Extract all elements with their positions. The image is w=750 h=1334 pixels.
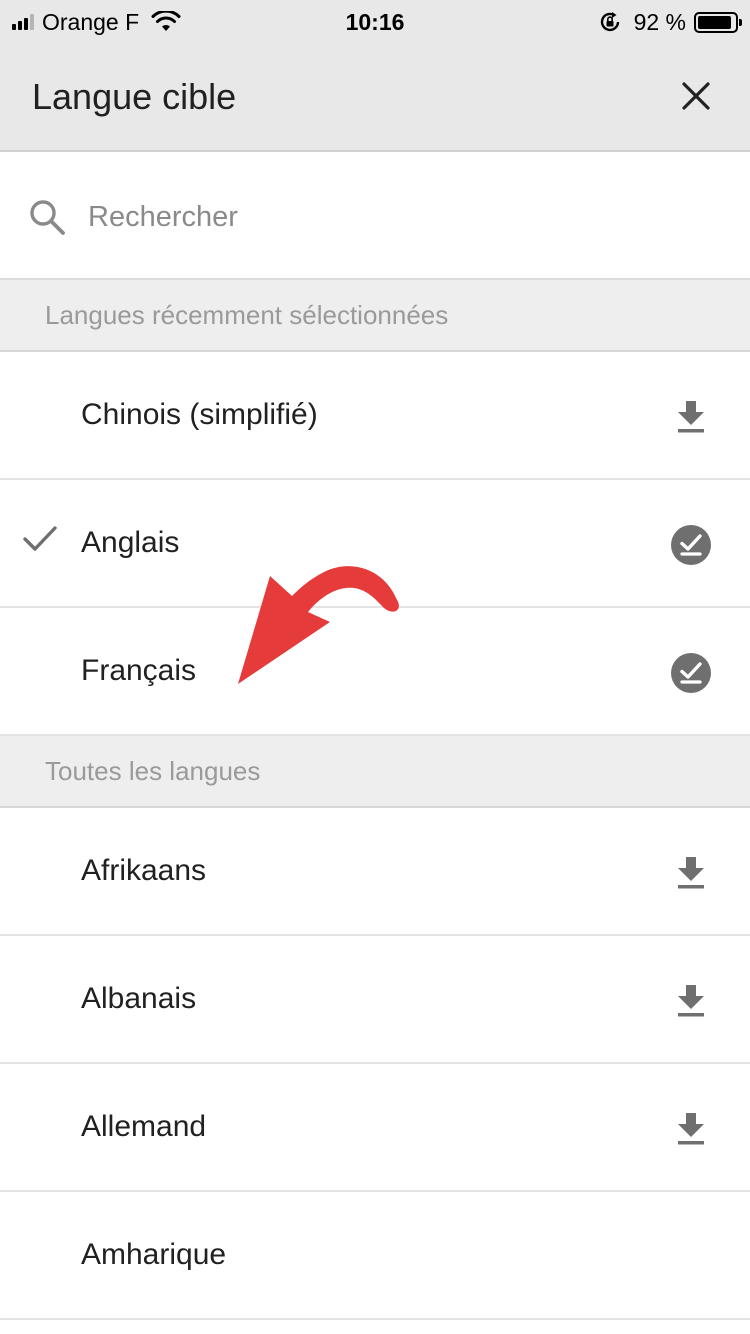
language-label: Anglais xyxy=(81,526,180,559)
section-header-all: Toutes les langues xyxy=(0,736,750,808)
download-button[interactable] xyxy=(668,394,714,440)
section-title-all: Toutes les langues xyxy=(45,756,261,786)
download-icon xyxy=(678,985,704,1017)
battery-percent: 92 % xyxy=(633,8,686,35)
download-icon xyxy=(678,1113,704,1145)
language-label: Chinois (simplifié) xyxy=(81,398,318,431)
download-icon xyxy=(678,857,704,889)
page-title: Langue cible xyxy=(32,76,237,117)
language-label: Allemand xyxy=(81,1110,207,1143)
download-button[interactable] xyxy=(668,978,714,1024)
download-icon xyxy=(678,401,704,433)
language-row-chinese-simplified[interactable]: Chinois (simplifié) xyxy=(0,352,750,480)
language-label: Français xyxy=(81,654,197,687)
section-title-recent: Langues récemment sélectionnées xyxy=(45,300,449,330)
status-bar: Orange F 10:16 92 % xyxy=(0,0,750,44)
close-button[interactable] xyxy=(668,68,724,124)
rotation-lock-icon xyxy=(600,12,619,32)
downloaded-status[interactable] xyxy=(668,650,714,696)
language-label: Amharique xyxy=(81,1238,227,1271)
app-bar: Langue cible xyxy=(0,44,750,152)
language-row-afrikaans[interactable]: Afrikaans xyxy=(0,808,750,936)
language-row-albanian[interactable]: Albanais xyxy=(0,936,750,1064)
close-icon xyxy=(682,82,710,110)
downloaded-status[interactable] xyxy=(668,522,714,568)
language-label: Albanais xyxy=(81,982,197,1015)
download-button[interactable] xyxy=(668,850,714,896)
section-header-recent: Langues récemment sélectionnées xyxy=(0,280,750,352)
search-icon xyxy=(30,200,65,235)
search-bar xyxy=(0,152,750,280)
status-right: 92 % xyxy=(598,8,742,36)
language-row-amharic[interactable]: Amharique xyxy=(0,1192,750,1320)
language-label: Afrikaans xyxy=(81,854,207,887)
download-button[interactable] xyxy=(668,1106,714,1152)
language-row-german[interactable]: Allemand xyxy=(0,1064,750,1192)
language-row-english[interactable]: Anglais xyxy=(0,480,750,608)
selected-check-icon xyxy=(23,526,57,551)
language-row-french[interactable]: Français xyxy=(0,608,750,736)
battery-icon xyxy=(694,11,742,33)
search-input[interactable] xyxy=(88,192,708,242)
downloaded-check-icon xyxy=(671,653,711,693)
downloaded-check-icon xyxy=(671,525,711,565)
